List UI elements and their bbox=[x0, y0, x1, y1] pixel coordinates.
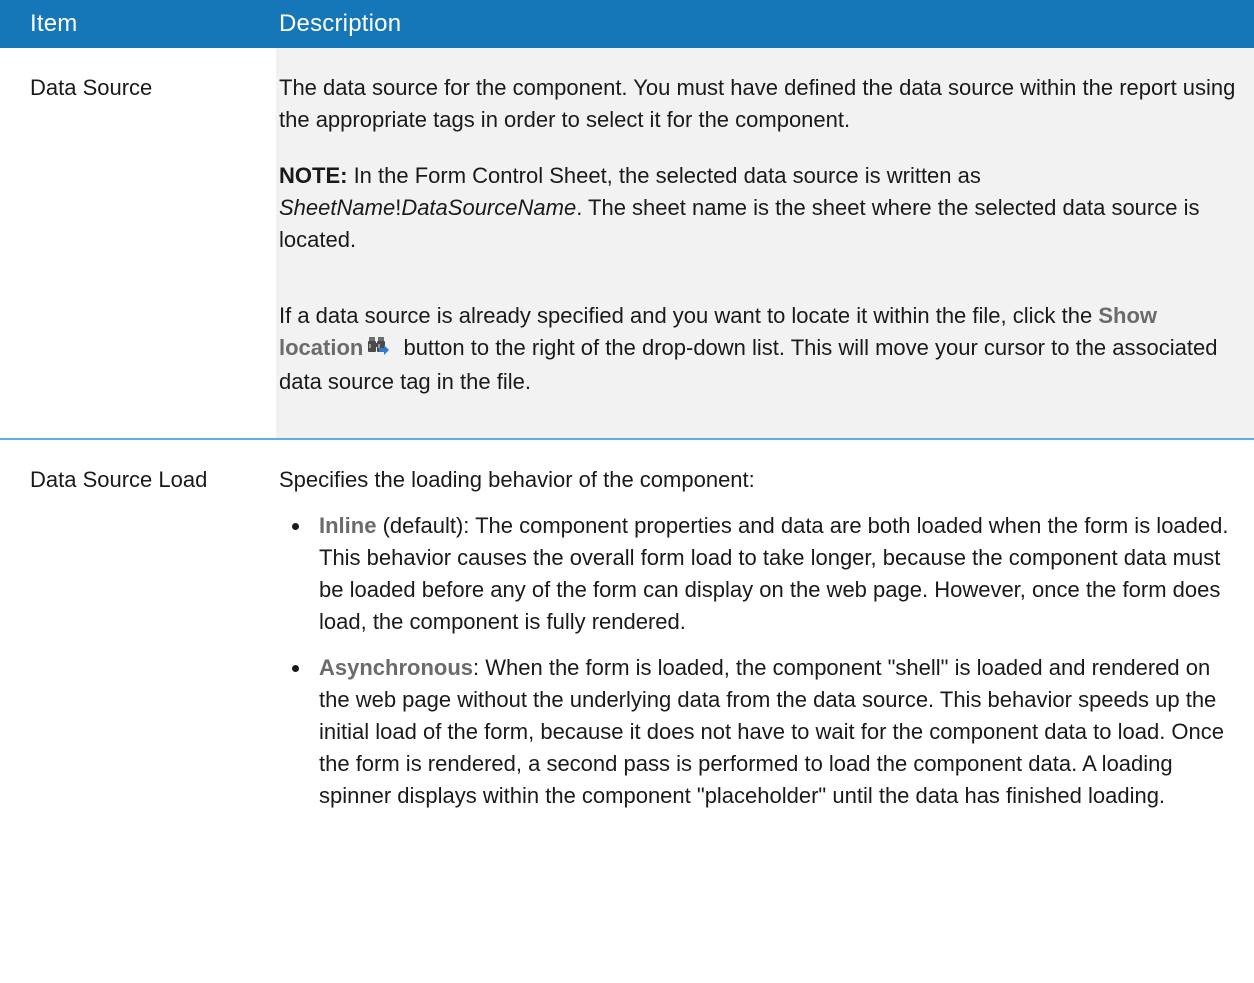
item-cell: Data Source Load bbox=[30, 467, 208, 492]
bullet-list: Inline (default): The component properti… bbox=[279, 510, 1244, 812]
table-header: Item Description bbox=[0, 0, 1254, 48]
description-cell: Specifies the loading behavior of the co… bbox=[276, 439, 1254, 826]
bullet-icon bbox=[292, 665, 299, 672]
sheet-name-term: SheetName bbox=[279, 195, 396, 220]
option-term: Inline bbox=[319, 513, 377, 538]
option-description: (default): The component properties and … bbox=[319, 513, 1229, 634]
option-term: Asynchronous bbox=[319, 655, 474, 680]
list-item: Asynchronous: When the form is loaded, t… bbox=[279, 652, 1244, 812]
table-row: Data Source Load Specifies the loading b… bbox=[0, 439, 1254, 826]
show-location-text-end: button to the right of the drop-down lis… bbox=[279, 335, 1218, 394]
note-label: NOTE: bbox=[279, 163, 348, 188]
note-paragraph: NOTE: In the Form Control Sheet, the sel… bbox=[279, 160, 1244, 256]
note-text: In the Form Control Sheet, the selected … bbox=[347, 163, 981, 188]
description-intro: Specifies the loading behavior of the co… bbox=[279, 467, 755, 492]
column-header-description: Description bbox=[276, 0, 1254, 48]
show-location-text: If a data source is already specified an… bbox=[279, 303, 1099, 328]
description-paragraph: The data source for the component. You m… bbox=[279, 75, 1236, 132]
column-header-item: Item bbox=[0, 0, 276, 48]
show-location-paragraph: If a data source is already specified an… bbox=[279, 300, 1244, 398]
table-row: Data Source The data source for the comp… bbox=[0, 48, 1254, 439]
header-row: Item Description bbox=[0, 0, 1254, 48]
data-source-name-term: DataSourceName bbox=[401, 195, 577, 220]
bullet-icon bbox=[292, 523, 299, 530]
properties-table: Item Description Data Source The data so… bbox=[0, 0, 1254, 826]
binoculars-icon bbox=[367, 334, 391, 366]
item-cell: Data Source bbox=[30, 75, 153, 100]
description-cell: The data source for the component. You m… bbox=[276, 48, 1254, 439]
list-item: Inline (default): The component properti… bbox=[279, 510, 1244, 638]
